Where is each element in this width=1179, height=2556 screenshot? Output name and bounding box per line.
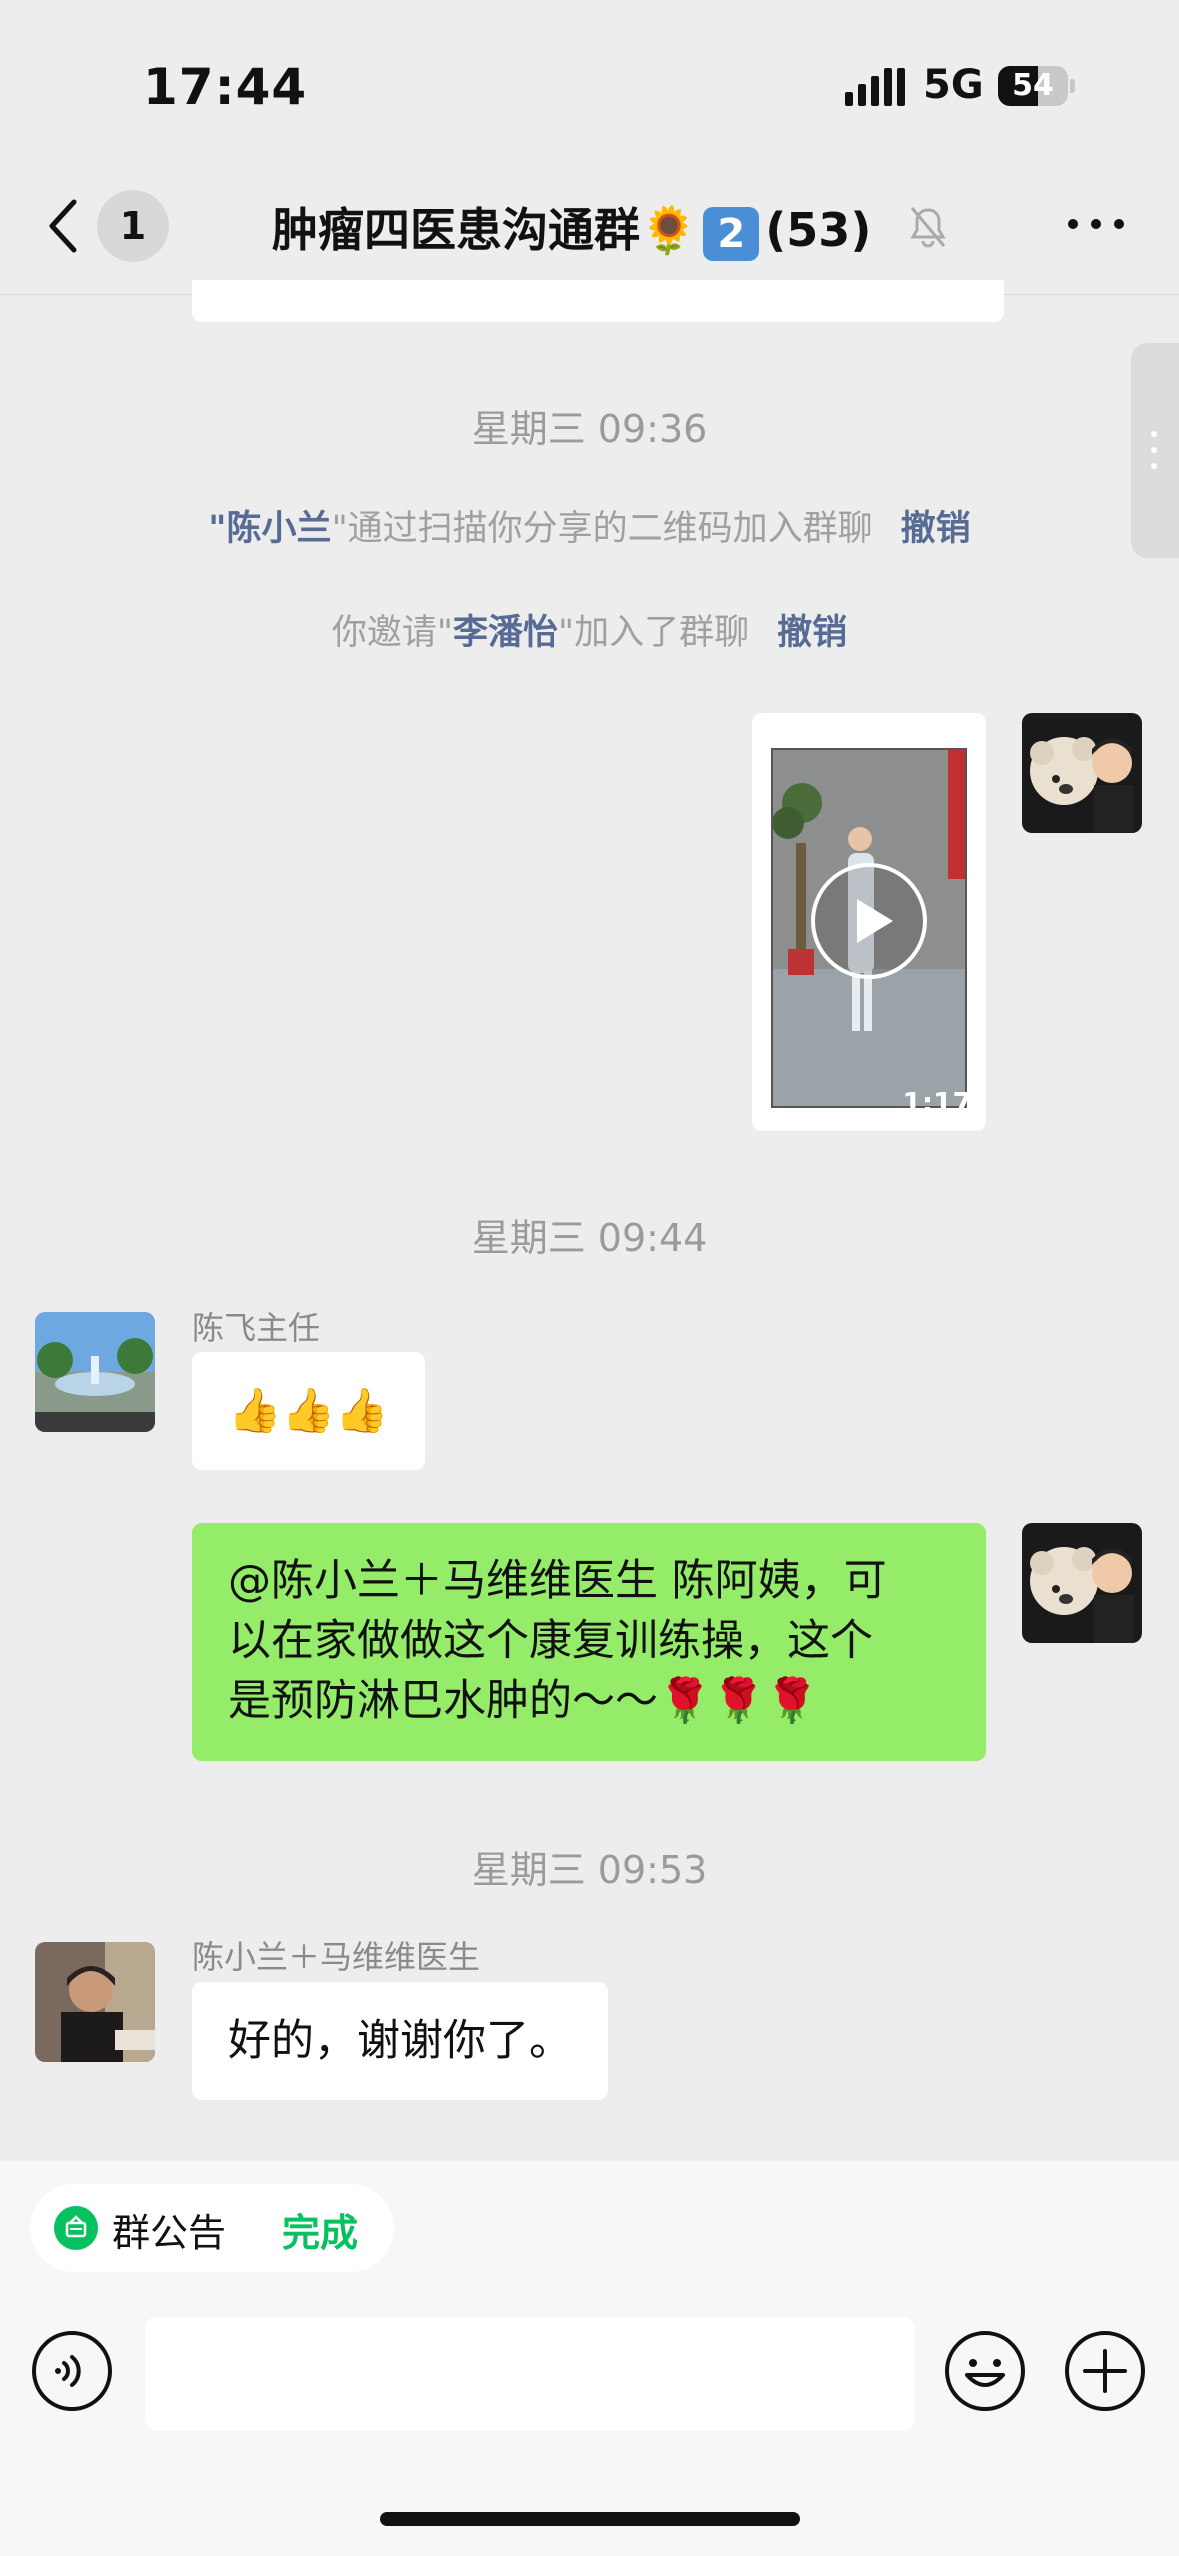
voice-icon[interactable] [30,2329,114,2413]
message-bubble[interactable]: 👍👍👍 [192,1352,425,1470]
unread-count-badge[interactable]: 1 [97,190,169,262]
member-count: (53) [765,203,872,257]
system-text: "通过扫描你分享的二维码加入群聊 [331,509,873,549]
group-name: 肿瘤四医患沟通群 [272,203,640,257]
emoji-icon[interactable] [943,2329,1027,2413]
number-badge: 2 [703,206,760,261]
network-type: 5G [923,62,984,108]
notice-done-button[interactable]: 完成 [282,2202,358,2257]
self-avatar[interactable] [1022,1523,1142,1643]
message-input[interactable] [145,2317,915,2431]
revoke-link[interactable]: 撤销 [777,613,847,653]
video-duration: 1:17 [902,1086,972,1119]
more-dots-icon[interactable] [1065,214,1127,234]
message-line: 是预防淋巴水肿的～～🌹🌹🌹 [228,1676,819,1726]
sender-name: 陈小兰＋马维维医生 [192,1938,481,1976]
member-name-link[interactable]: 陈小兰 [227,509,332,549]
bell-muted-icon [910,207,946,248]
self-avatar[interactable] [1022,713,1142,833]
play-icon[interactable] [809,861,929,981]
system-text: "加入了群聊 [558,613,750,653]
chat-title[interactable]: 肿瘤四医患沟通群🌻 2 (53) [272,194,871,261]
sender-name: 陈飞主任 [192,1309,321,1347]
sunflower-emoji: 🌻 [640,203,698,257]
group-notice-chip[interactable]: 群公告 完成 [30,2184,394,2272]
sender-avatar[interactable] [35,1942,155,2062]
system-message-join: "陈小兰"通过扫描你分享的二维码加入群聊 撤销 [0,500,1179,551]
timestamp: 星期三 09:53 [471,1848,708,1892]
notice-icon [54,2206,98,2250]
member-name-link[interactable]: 李潘怡 [453,613,558,653]
battery-icon: 54 [998,66,1075,106]
revoke-link[interactable]: 撤销 [901,509,971,549]
status-time: 17:44 [143,58,308,116]
system-text: 你邀请" [331,613,453,653]
system-message-invite: 你邀请"李潘怡"加入了群聊 撤销 [0,604,1179,655]
video-message[interactable]: 1:17 [752,713,986,1131]
message-line: 以在家做做这个康复训练操，这个 [228,1616,873,1666]
message-bubble[interactable]: 好的，谢谢你了。 [192,1982,608,2100]
timestamp: 星期三 09:36 [471,407,708,451]
battery-level: 54 [1012,68,1054,103]
quote-mark: " [208,509,227,549]
sender-avatar[interactable] [35,1312,155,1432]
notice-label: 群公告 [112,2211,227,2255]
previous-message-bubble [192,280,1004,322]
timestamp: 星期三 09:44 [471,1216,708,1260]
chevron-left-icon[interactable] [40,196,90,256]
plus-icon[interactable] [1063,2329,1147,2413]
home-indicator [380,2512,800,2526]
message-bubble-self[interactable]: @陈小兰＋马维维医生 陈阿姨，可 以在家做做这个康复训练操，这个 是预防淋巴水肿… [192,1523,986,1761]
message-line: @陈小兰＋马维维医生 陈阿姨，可 [228,1556,887,1606]
cellular-signal-icon [845,68,905,106]
